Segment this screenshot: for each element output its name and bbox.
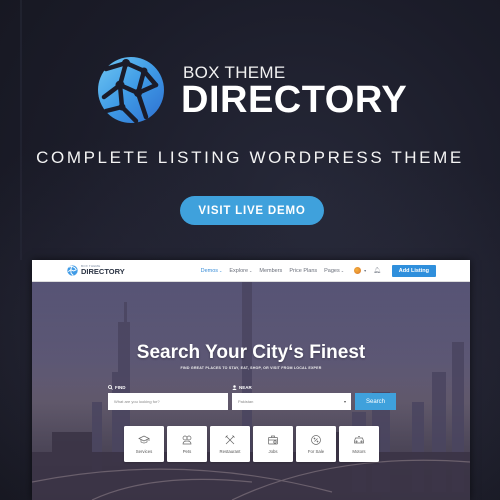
near-value: Pakistan [238,399,254,404]
site-logo[interactable]: BOX THEME DIRECTORY [67,265,125,276]
find-placeholder: What are you looking for? [114,399,160,404]
user-icon [232,385,237,390]
percent-tag-icon [311,435,321,445]
add-listing-button[interactable]: Add Listing [391,264,436,277]
website-preview: BOX THEME DIRECTORY Demos⌄ Explore⌄ Memb… [32,260,470,500]
find-label: FIND [108,385,126,390]
search-button[interactable]: Search [355,393,396,410]
chevron-down-icon: ⌄ [340,267,345,273]
user-menu[interactable]: ▾ [354,267,366,274]
near-label: NEAR [232,385,252,390]
nav-menu: Demos⌄ Explore⌄ Members Price Plans Page… [201,264,436,277]
category-pets[interactable]: Pets [167,426,207,462]
category-jobs[interactable]: Jobs [253,426,293,462]
hero-subtitle: FIND GREAT PLACES TO STAY, EAT, SHOP, OR… [180,366,322,370]
globe-network-icon [98,57,164,124]
bell-icon[interactable]: 🔔︎ [373,267,381,274]
find-input[interactable]: What are you looking for? [108,393,228,410]
category-motors[interactable]: Motors [339,426,379,462]
site-logo-title: DIRECTORY [81,267,125,277]
graduation-cap-icon [138,435,150,444]
avatar [354,267,362,274]
fork-knife-icon [225,435,235,445]
caret-down-icon: ▾ [364,268,367,273]
category-list: Services Pets Restaurant Jobs For Sale M… [124,426,379,462]
nav-item-pages[interactable]: Pages⌄ [324,268,344,274]
chevron-down-icon: ⌄ [219,267,223,273]
tagline: COMPLETE LISTING WORDPRESS THEME [36,148,464,167]
caret-down-icon: ▾ [343,399,346,404]
nav-item-members[interactable]: Members [259,268,282,274]
category-for-sale[interactable]: For Sale [296,426,336,462]
brand-title: DIRECTORY [181,79,408,121]
category-services[interactable]: Services [124,426,164,462]
nav-item-price-plans[interactable]: Price Plans [289,268,317,274]
visit-live-demo-button[interactable]: VISIT LIVE DEMO [180,196,324,225]
nav-item-explore[interactable]: Explore⌄ [229,268,252,274]
skyline-illustration [32,282,470,500]
category-restaurant[interactable]: Restaurant [210,426,250,462]
nav-item-demos[interactable]: Demos⌄ [201,268,223,274]
pets-icon [182,435,192,445]
city-skyline-image [32,282,470,500]
briefcase-icon [268,435,278,445]
near-select[interactable]: Pakistan ▾ [232,393,351,410]
search-icon [108,385,113,390]
chevron-down-icon: ⌄ [249,267,253,273]
site-navbar: BOX THEME DIRECTORY Demos⌄ Explore⌄ Memb… [32,260,470,282]
globe-network-icon [67,265,78,276]
hero-title: Search Your City‘s Finest [136,342,366,363]
car-icon [354,436,364,444]
brand-logo: BOX THEME DIRECTORY [96,55,426,127]
